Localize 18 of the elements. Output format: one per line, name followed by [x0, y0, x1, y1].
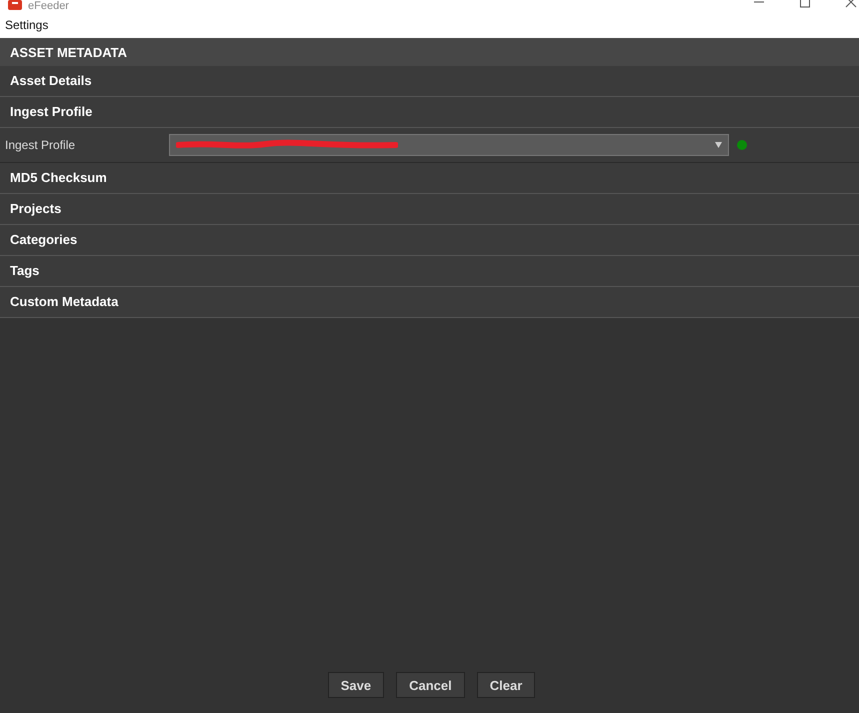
caret-icon: [715, 142, 722, 148]
section-header[interactable]: Tags: [0, 256, 859, 287]
field-label: Ingest Profile: [4, 138, 76, 152]
section-header[interactable]: Categories: [0, 225, 859, 256]
section-header[interactable]: Custom Metadata: [0, 287, 859, 318]
window-title: eFeeder: [28, 0, 69, 12]
menu-item[interactable]: Settings: [5, 18, 48, 32]
action-button[interactable]: Save: [328, 672, 384, 698]
section-header[interactable]: MD5 Checksum: [0, 163, 859, 194]
action-button[interactable]: Cancel: [396, 672, 465, 698]
section-header[interactable]: Projects: [0, 194, 859, 225]
section-header[interactable]: Ingest Profile: [0, 97, 859, 128]
panel-title: ASSET METADATA: [10, 44, 127, 60]
close-icon[interactable]: [845, 0, 857, 8]
action-button[interactable]: Clear: [476, 672, 536, 698]
maximize-icon[interactable]: [799, 0, 811, 8]
minimize-icon[interactable]: [753, 0, 765, 4]
section-header[interactable]: Asset Details: [0, 66, 859, 97]
